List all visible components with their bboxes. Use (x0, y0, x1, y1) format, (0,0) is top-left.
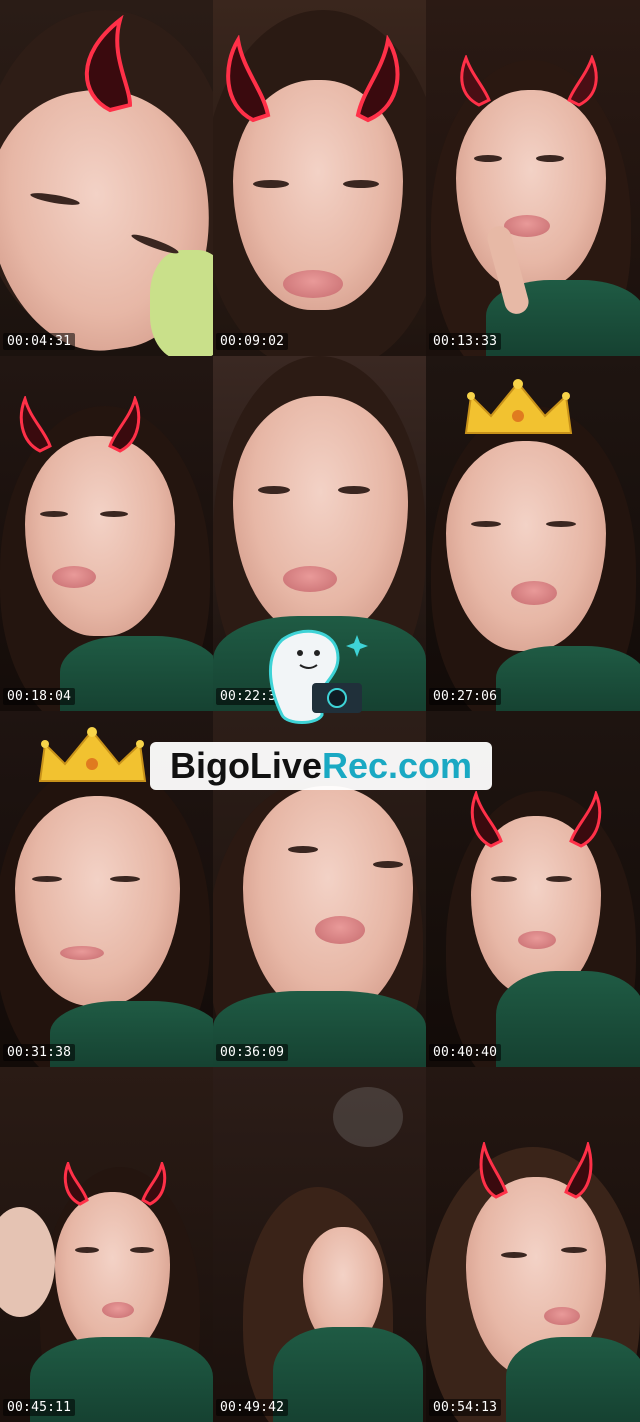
video-frame: 00:04:31 (0, 0, 213, 356)
devil-horns-icon (84, 15, 133, 113)
video-frame: 00:49:42 (213, 1066, 426, 1422)
devil-horns-icon (479, 1141, 593, 1199)
devil-horns-icon (470, 791, 602, 848)
video-frame: 00:45:11 (0, 1066, 213, 1422)
watermark-text-part2: Rec.com (321, 745, 473, 786)
crown-icon (38, 727, 147, 782)
devil-horns-icon (63, 1161, 167, 1206)
video-frame: 00:54:13 (426, 1066, 640, 1422)
timestamp-label: 00:45:11 (3, 1399, 76, 1416)
timestamp-label: 00:31:38 (3, 1043, 76, 1061)
devil-horns-icon (19, 395, 141, 453)
timestamp-label: 00:36:09 (216, 1043, 289, 1061)
video-frame: 00:27:06 (426, 355, 640, 711)
timestamp-label: 00:13:33 (429, 332, 502, 350)
watermark-text-part1: BigoLive (169, 745, 322, 786)
timestamp-label: 00:18:04 (3, 688, 76, 705)
crown-icon (464, 378, 573, 434)
timestamp-label: 00:04:31 (3, 332, 76, 350)
timestamp-label: 00:49:42 (216, 1399, 289, 1416)
timestamp-label: 00:27:06 (429, 688, 502, 705)
watermark-banner: BigoLive Rec.com (150, 742, 492, 790)
devil-horns-icon (226, 35, 400, 123)
devil-horns-icon (460, 55, 598, 107)
video-frame: 00:13:33 (426, 0, 640, 356)
mascot-logo-icon (268, 629, 368, 724)
timestamp-label: 00:40:40 (429, 1043, 502, 1061)
video-frame: 00:18:04 (0, 355, 213, 711)
video-frame: 00:09:02 (213, 0, 426, 356)
timestamp-label: 00:54:13 (429, 1399, 502, 1416)
timestamp-label: 00:09:02 (216, 332, 289, 350)
